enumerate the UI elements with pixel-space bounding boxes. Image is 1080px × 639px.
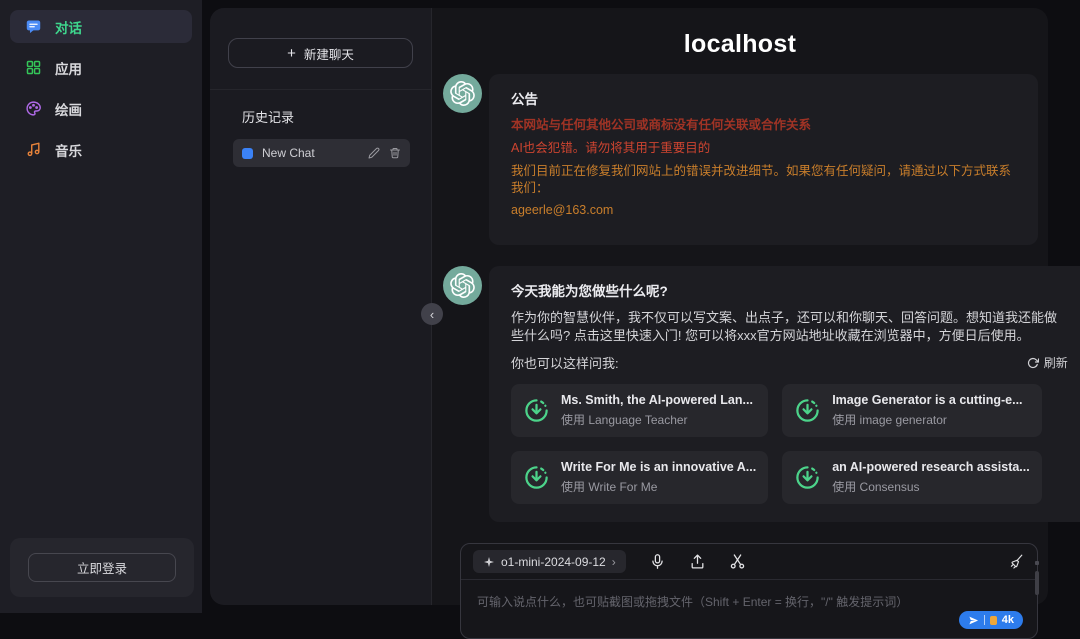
refresh-label: 刷新 bbox=[1044, 354, 1068, 371]
mic-icon[interactable] bbox=[649, 553, 666, 570]
model-name: o1-mini-2024-09-12 bbox=[501, 555, 606, 569]
welcome-message: 今天我能为您做些什么呢? 作为你的智慧伙伴，我不仅可以写文案、出点子，还可以和你… bbox=[443, 266, 1038, 523]
chat-area: localhost 公告 本网站与任何其他公司或商标没有任何关联或合作关系 AI… bbox=[432, 8, 1048, 605]
suggestion-title: an AI-powered research assista... bbox=[832, 460, 1030, 474]
sidebar-item-label: 音乐 bbox=[55, 140, 82, 160]
scrollbar-thumb[interactable] bbox=[1035, 571, 1039, 595]
sidebar: 对话 应用 绘画 音乐 立即登录 bbox=[0, 0, 202, 613]
refresh-button[interactable]: 刷新 bbox=[1027, 354, 1068, 371]
assistant-avatar bbox=[443, 74, 482, 113]
collapse-history-button[interactable]: ‹ bbox=[421, 303, 443, 325]
palette-icon bbox=[25, 100, 42, 117]
sidebar-item-label: 绘画 bbox=[55, 99, 82, 119]
composer: o1-mini-2024-09-12 › bbox=[460, 543, 1038, 639]
chat-item-title: New Chat bbox=[262, 146, 359, 160]
ask-hint: 你也可以这样问我: bbox=[511, 353, 619, 372]
token-badge[interactable]: 4k bbox=[959, 611, 1023, 629]
new-chat-label: 新建聊天 bbox=[304, 44, 354, 63]
welcome-bubble: 今天我能为您做些什么呢? 作为你的智慧伙伴，我不仅可以写文案、出点子，还可以和你… bbox=[489, 266, 1080, 523]
sidebar-item-drawing[interactable]: 绘画 bbox=[10, 92, 192, 125]
history-divider bbox=[210, 89, 431, 90]
announcement-line-3: 我们目前正在修复我们网站上的错误并改进细节。如果您有任何疑问，请通过以下方式联系… bbox=[511, 163, 1016, 197]
sparkle-icon bbox=[483, 556, 495, 568]
announcement-email: ageerle@163.com bbox=[511, 203, 1016, 217]
trash-icon[interactable] bbox=[389, 147, 401, 159]
login-card: 立即登录 bbox=[10, 538, 194, 597]
scrollbar-dot bbox=[1035, 561, 1039, 565]
suggestion-card[interactable]: Image Generator is a cutting-e... 使用 ima… bbox=[782, 384, 1042, 437]
chevron-left-icon: ‹ bbox=[430, 307, 434, 322]
suggestion-title: Write For Me is an innovative A... bbox=[561, 460, 756, 474]
openai-logo-icon bbox=[450, 273, 475, 298]
announcement-title: 公告 bbox=[511, 88, 1016, 108]
refresh-icon bbox=[1027, 357, 1039, 369]
download-circle-icon bbox=[523, 397, 550, 424]
download-circle-icon bbox=[794, 397, 821, 424]
chat-bubble-icon bbox=[25, 18, 42, 35]
history-panel: + 新建聊天 历史记录 New Chat bbox=[210, 8, 432, 605]
badge-divider bbox=[984, 615, 985, 625]
hint-row: 你也可以这样问我: 刷新 bbox=[511, 353, 1068, 372]
sidebar-item-label: 对话 bbox=[55, 17, 82, 37]
suggestion-title: Ms. Smith, the AI-powered Lan... bbox=[561, 393, 753, 407]
edit-icon[interactable] bbox=[368, 147, 380, 159]
sidebar-item-music[interactable]: 音乐 bbox=[10, 133, 192, 166]
message-input[interactable] bbox=[461, 580, 1037, 638]
suggestion-card[interactable]: Ms. Smith, the AI-powered Lan... 使用 Lang… bbox=[511, 384, 768, 437]
announcement-line-2: AI也会犯错。请勿将其用于重要目的 bbox=[511, 140, 1016, 157]
welcome-title: 今天我能为您做些什么呢? bbox=[511, 280, 1068, 300]
sidebar-item-apps[interactable]: 应用 bbox=[10, 51, 192, 84]
token-count: 4k bbox=[1002, 614, 1014, 626]
main-window: + 新建聊天 历史记录 New Chat ‹ localhost bbox=[210, 8, 1048, 605]
new-chat-button[interactable]: + 新建聊天 bbox=[228, 38, 413, 68]
chat-color-swatch bbox=[242, 148, 253, 159]
login-button[interactable]: 立即登录 bbox=[28, 553, 176, 582]
chevron-right-icon: › bbox=[612, 555, 616, 569]
openai-logo-icon bbox=[450, 81, 475, 106]
paper-plane-icon bbox=[968, 615, 979, 626]
suggestion-card[interactable]: an AI-powered research assista... 使用 Con… bbox=[782, 451, 1042, 504]
suggestion-title: Image Generator is a cutting-e... bbox=[832, 393, 1022, 407]
download-circle-icon bbox=[794, 464, 821, 491]
scissors-icon[interactable] bbox=[729, 553, 746, 570]
suggestion-card[interactable]: Write For Me is an innovative A... 使用 Wr… bbox=[511, 451, 768, 504]
model-selector[interactable]: o1-mini-2024-09-12 › bbox=[473, 550, 626, 573]
sidebar-item-label: 应用 bbox=[55, 58, 82, 78]
suggestion-grid: Ms. Smith, the AI-powered Lan... 使用 Lang… bbox=[511, 384, 1042, 504]
music-note-icon bbox=[25, 141, 42, 158]
suggestion-use: 使用 Language Teacher bbox=[561, 411, 753, 428]
plus-icon: + bbox=[287, 45, 296, 62]
announcement-line-1: 本网站与任何其他公司或商标没有任何关联或合作关系 bbox=[511, 117, 1016, 134]
sidebar-item-chat[interactable]: 对话 bbox=[10, 10, 192, 43]
suggestion-use: 使用 image generator bbox=[832, 411, 1022, 428]
download-circle-icon bbox=[523, 464, 550, 491]
composer-toolbar: o1-mini-2024-09-12 › bbox=[461, 544, 1037, 580]
announcement-message: 公告 本网站与任何其他公司或商标没有任何关联或合作关系 AI也会犯错。请勿将其用… bbox=[443, 74, 1038, 245]
page-title: localhost bbox=[432, 30, 1048, 59]
history-list-item[interactable]: New Chat bbox=[233, 139, 410, 167]
announcement-bubble: 公告 本网站与任何其他公司或商标没有任何关联或合作关系 AI也会犯错。请勿将其用… bbox=[489, 74, 1038, 245]
token-chip-icon bbox=[990, 616, 997, 625]
suggestion-use: 使用 Consensus bbox=[832, 478, 1030, 495]
assistant-avatar bbox=[443, 266, 482, 305]
broom-icon[interactable] bbox=[1008, 553, 1025, 570]
suggestion-use: 使用 Write For Me bbox=[561, 478, 756, 495]
upload-icon[interactable] bbox=[689, 553, 706, 570]
message-list: 公告 本网站与任何其他公司或商标没有任何关联或合作关系 AI也会犯错。请勿将其用… bbox=[432, 74, 1048, 522]
welcome-body: 作为你的智慧伙伴，我不仅可以写文案、出点子，还可以和你聊天、回答问题。想知道我还… bbox=[511, 309, 1068, 347]
history-section-title: 历史记录 bbox=[242, 107, 413, 126]
apps-grid-icon bbox=[25, 59, 42, 76]
